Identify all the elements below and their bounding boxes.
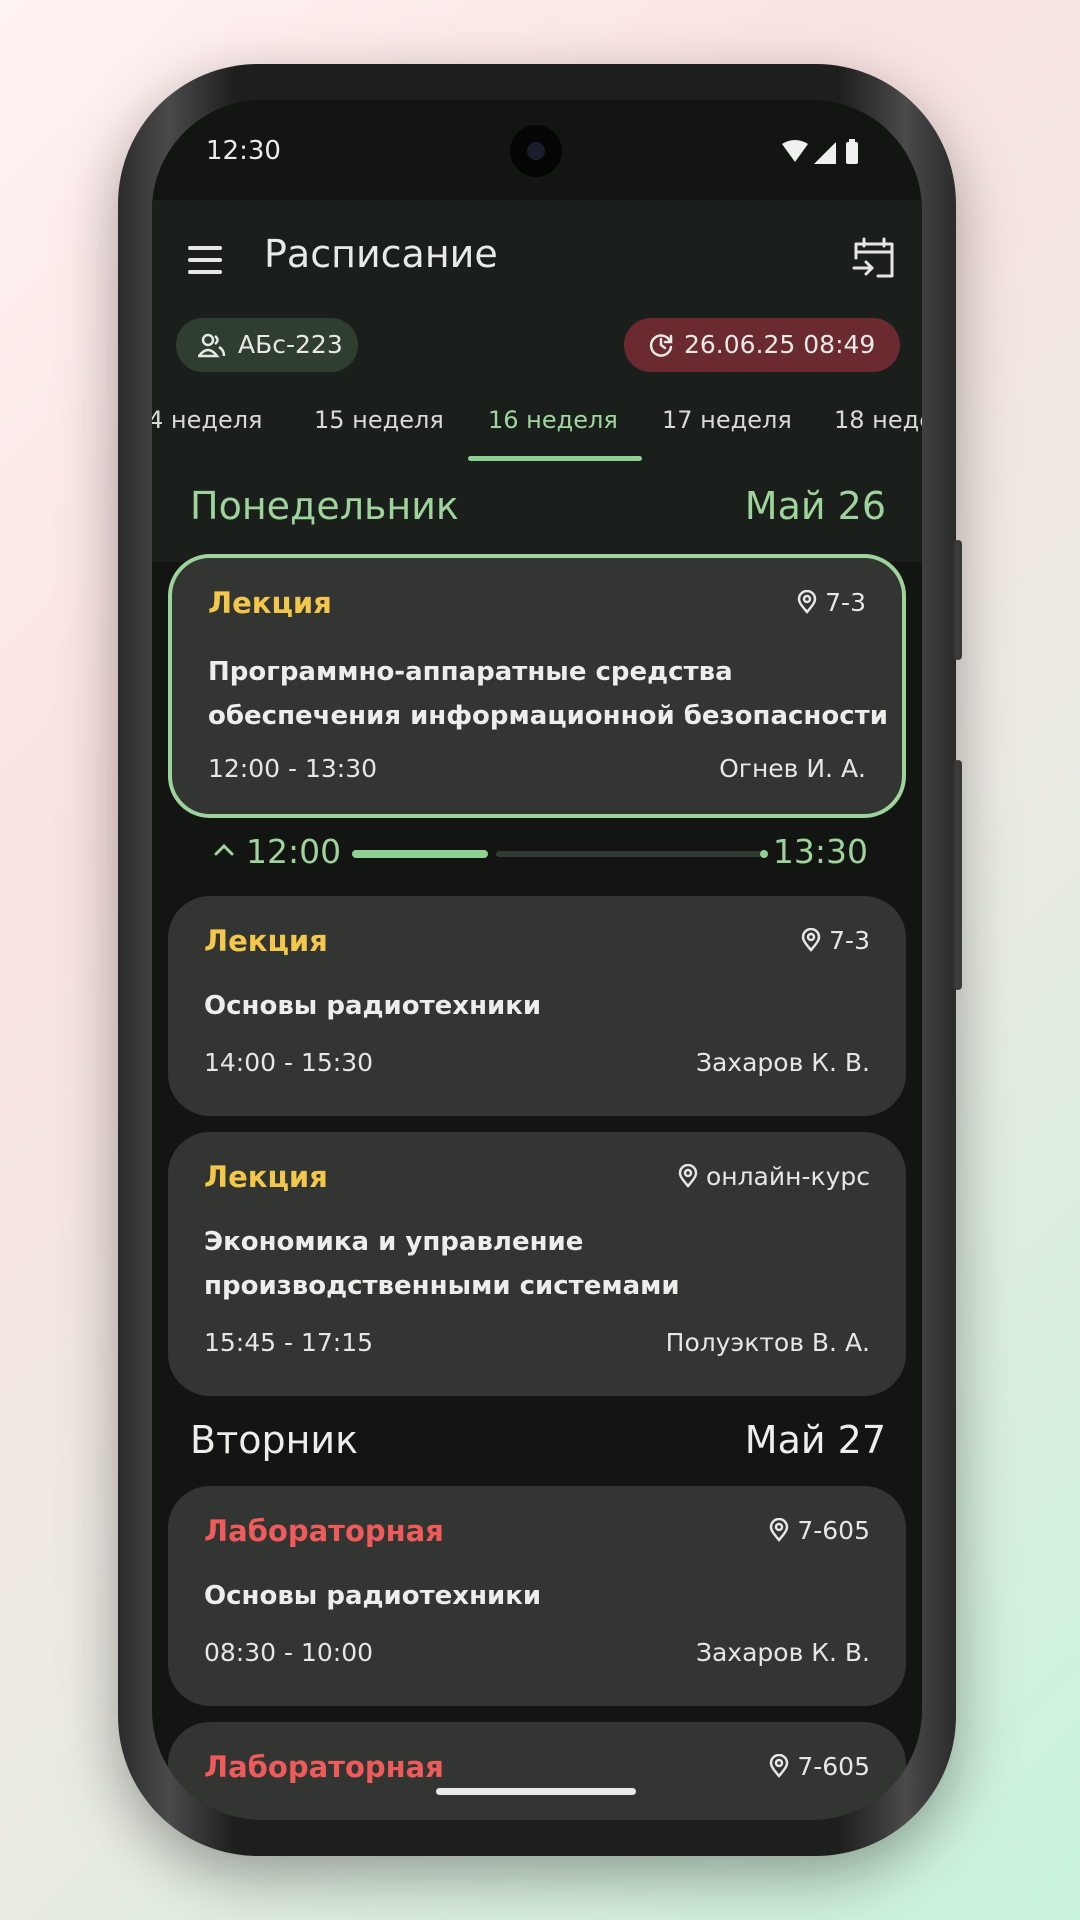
tab-week-15[interactable]: 15 неделя	[314, 406, 444, 434]
group-chip[interactable]: АБс-223	[176, 318, 358, 372]
class-subject: Программно-аппаратные средства обеспечен…	[208, 657, 888, 731]
class-room: 7-3	[801, 926, 870, 955]
wifi-icon	[782, 140, 808, 162]
day-title-tuesday: Вторник	[190, 1418, 359, 1462]
status-time: 12:30	[206, 136, 281, 166]
group-chip-label: АБс-223	[238, 330, 343, 359]
location-pin-icon	[797, 589, 817, 614]
class-room-label: 7-3	[825, 588, 866, 617]
progress-bar-fill	[352, 850, 488, 858]
class-room: онлайн-курс	[678, 1162, 870, 1191]
phone-side-button	[954, 760, 962, 990]
gesture-home-bar[interactable]	[436, 1788, 636, 1795]
class-card[interactable]: Лабораторная 7-605 Основы радиотехники 0…	[168, 1486, 906, 1706]
class-room: 7-605	[769, 1516, 870, 1545]
active-week-indicator	[468, 456, 642, 461]
class-room: 7-605	[769, 1752, 870, 1781]
progress-end-time: 13:30	[772, 832, 868, 871]
chevron-up-icon[interactable]	[212, 838, 236, 862]
class-room: 7-3	[797, 588, 866, 617]
location-pin-icon	[678, 1163, 698, 1188]
class-type: Лекция	[204, 924, 328, 958]
class-room-label: 7-3	[829, 926, 870, 955]
class-progress: 12:00 13:30	[152, 828, 922, 878]
class-teacher: Захаров К. В.	[695, 1638, 870, 1667]
class-card-current[interactable]: Лекция 7-3 Программно-аппаратные средств…	[168, 554, 906, 818]
weeks-tab-bar: 4 неделя 15 неделя 16 неделя 17 неделя 1…	[152, 398, 922, 462]
class-time: 14:00 - 15:30	[204, 1048, 374, 1077]
status-icons	[782, 139, 858, 164]
update-time-chip-label: 26.06.25 08:49	[684, 330, 876, 359]
class-card[interactable]: Лабораторная 7-605	[168, 1722, 906, 1820]
class-type: Лабораторная	[204, 1514, 444, 1548]
class-room-label: 7-605	[797, 1752, 870, 1781]
tab-week-16[interactable]: 16 неделя	[488, 406, 618, 434]
app-screen: 12:30 Расписание АБс-223 26.06.25 08:49 …	[152, 100, 922, 1820]
tab-week-18[interactable]: 18 неделя	[834, 406, 922, 434]
signal-icon	[814, 142, 836, 164]
class-type: Лекция	[208, 586, 332, 620]
class-time: 12:00 - 13:30	[208, 754, 378, 783]
tab-week-17[interactable]: 17 неделя	[662, 406, 792, 434]
class-subject: Экономика и управление производственными…	[204, 1227, 680, 1301]
progress-start-time: 12:00	[246, 832, 342, 871]
battery-icon	[846, 142, 858, 164]
tab-week-14[interactable]: 4 неделя	[152, 406, 263, 434]
class-teacher: Огнев И. А.	[719, 754, 866, 783]
class-card[interactable]: Лекция 7-3 Основы радиотехники 14:00 - 1…	[168, 896, 906, 1116]
update-time-chip[interactable]: 26.06.25 08:49	[624, 318, 900, 372]
calendar-sync-icon[interactable]	[852, 236, 896, 280]
class-card[interactable]: Лекция онлайн-курс Экономика и управлени…	[168, 1132, 906, 1396]
class-time: 15:45 - 17:15	[204, 1328, 374, 1357]
phone-side-button	[954, 540, 962, 660]
class-teacher: Захаров К. В.	[695, 1048, 870, 1077]
front-camera	[510, 125, 562, 177]
class-subject: Основы радиотехники	[204, 991, 542, 1021]
history-clock-icon	[649, 334, 673, 357]
location-pin-icon	[770, 1753, 789, 1778]
day-date-monday: Май 26	[744, 484, 886, 528]
users-icon	[198, 333, 226, 358]
day-date-tuesday: Май 27	[744, 1418, 886, 1462]
class-type: Лекция	[204, 1160, 328, 1194]
hamburger-menu-icon[interactable]	[188, 246, 226, 276]
class-room-label: онлайн-курс	[705, 1162, 870, 1191]
progress-bar-end-dot	[760, 850, 768, 858]
page-title: Расписание	[264, 232, 498, 276]
class-time: 08:30 - 10:00	[204, 1638, 374, 1667]
location-pin-icon	[770, 1517, 789, 1542]
class-teacher: Полуэктов В. А.	[665, 1328, 870, 1357]
location-pin-icon	[801, 927, 821, 952]
day-title-monday: Понедельник	[190, 484, 459, 528]
class-room-label: 7-605	[797, 1516, 870, 1545]
status-bar: 12:30	[152, 100, 922, 200]
class-subject: Основы радиотехники	[204, 1581, 542, 1611]
class-type: Лабораторная	[204, 1750, 444, 1784]
progress-bar-track	[496, 851, 762, 857]
